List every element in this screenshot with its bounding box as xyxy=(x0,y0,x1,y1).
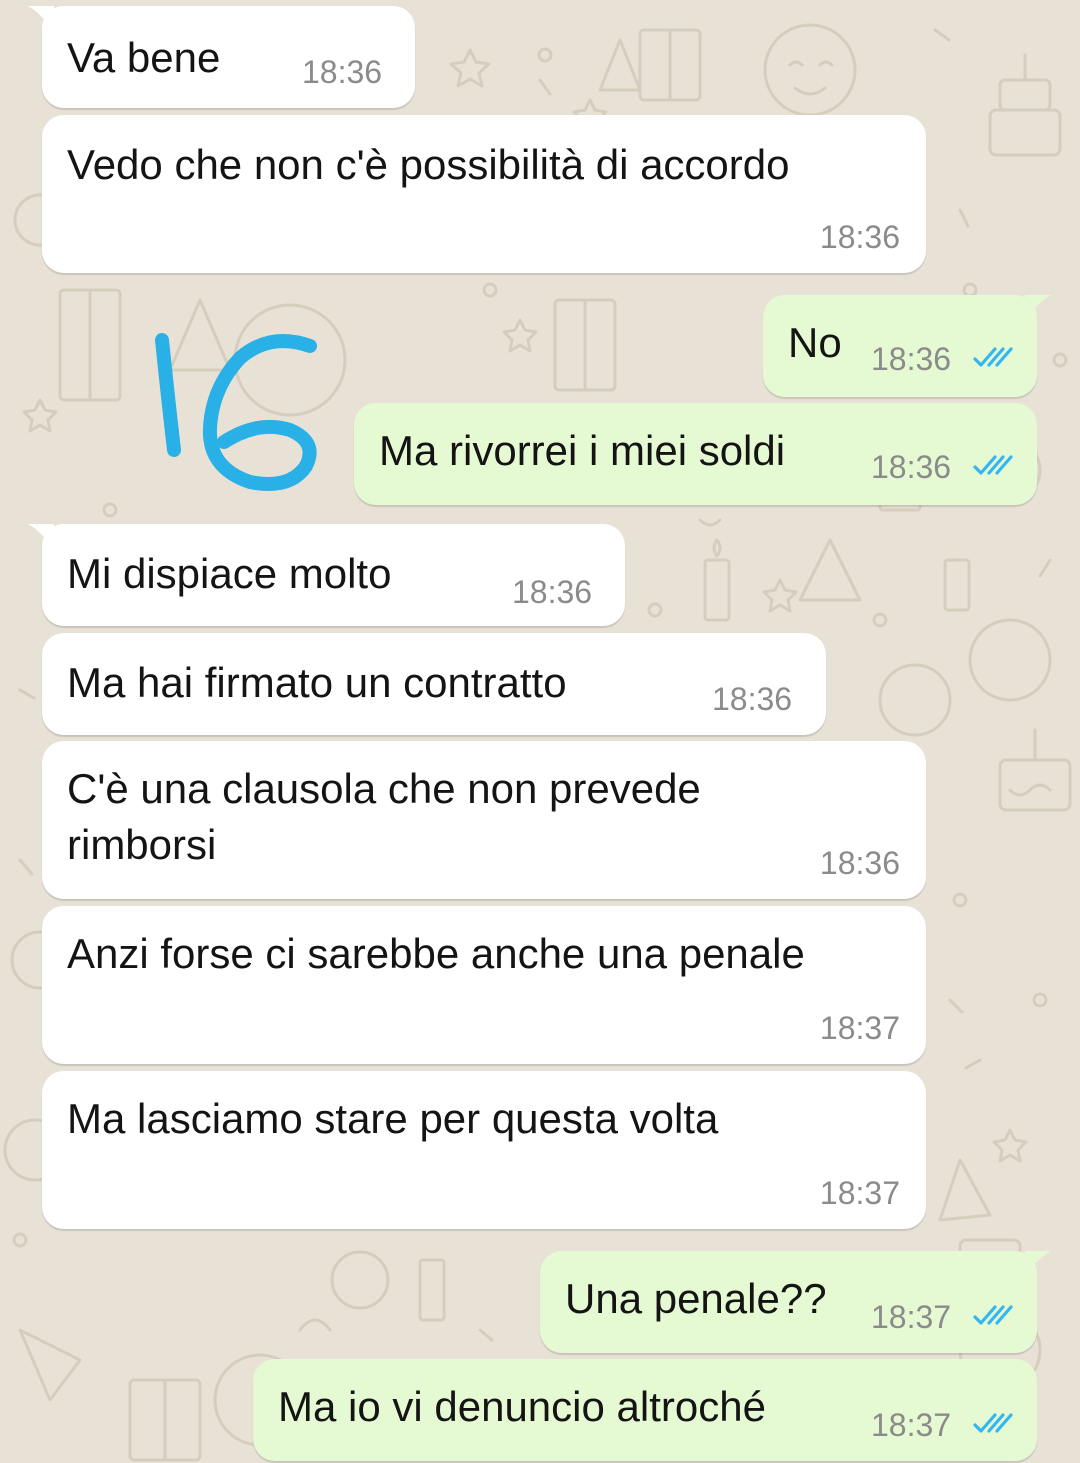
message-text: Ma hai firmato un contratto xyxy=(67,659,567,706)
bubble-tail xyxy=(28,524,54,550)
message-timestamp: 18:36 xyxy=(712,681,793,717)
incoming-message[interactable]: Anzi forse ci sarebbe anche una penale 1… xyxy=(42,906,926,1064)
double-check-icon xyxy=(973,455,1013,475)
message-text: No xyxy=(788,319,842,366)
message-text: Ma io vi denuncio altroché xyxy=(278,1383,766,1430)
outgoing-message[interactable]: Una penale?? 18:37 xyxy=(540,1251,1051,1353)
message-timestamp: 18:37 xyxy=(871,1299,952,1335)
outgoing-message[interactable]: Ma rivorrei i miei soldi 18:36 xyxy=(354,403,1037,505)
message-text: Anzi forse ci sarebbe anche una penale xyxy=(67,930,805,977)
message-timestamp: 18:36 xyxy=(302,54,383,90)
message-text: Ma lasciamo stare per questa volta xyxy=(67,1095,719,1142)
message-timestamp: 18:37 xyxy=(871,1407,952,1443)
message-timestamp: 18:36 xyxy=(871,341,952,377)
outgoing-message[interactable]: Ma io vi denuncio altroché 18:37 xyxy=(253,1359,1037,1461)
message-timestamp: 18:37 xyxy=(819,1175,900,1211)
incoming-message[interactable]: Vedo che non c'è possibilità di accordo … xyxy=(42,115,926,273)
message-text-line-2: rimborsi xyxy=(67,821,217,868)
message-text: Vedo che non c'è possibilità di accordo xyxy=(67,141,790,188)
message-timestamp: 18:36 xyxy=(512,574,593,610)
incoming-message[interactable]: Va bene 18:36 xyxy=(28,6,415,108)
bubble-tail xyxy=(1025,1251,1051,1277)
message-timestamp: 18:36 xyxy=(819,219,900,255)
incoming-message[interactable]: C'è una clausola che non prevede rimbors… xyxy=(42,741,926,899)
double-check-icon xyxy=(973,347,1013,367)
message-text: Ma rivorrei i miei soldi xyxy=(379,427,786,474)
incoming-message[interactable]: Mi dispiace molto 18:36 xyxy=(28,524,625,626)
handwritten-annotation xyxy=(155,333,317,491)
message-timestamp: 18:37 xyxy=(819,1010,900,1046)
message-text-line-1: C'è una clausola che non prevede xyxy=(67,765,701,812)
double-check-icon xyxy=(973,1305,1013,1325)
double-check-icon xyxy=(973,1413,1013,1433)
message-text: Mi dispiace molto xyxy=(67,550,392,597)
incoming-message[interactable]: Ma lasciamo stare per questa volta 18:37 xyxy=(42,1071,926,1229)
message-timestamp: 18:36 xyxy=(819,845,900,881)
message-text: Una penale?? xyxy=(565,1275,827,1322)
message-text: Va bene xyxy=(67,34,221,81)
incoming-message[interactable]: Ma hai firmato un contratto 18:36 xyxy=(42,633,826,735)
bubble-tail xyxy=(1025,295,1051,321)
message-timestamp: 18:36 xyxy=(871,449,952,485)
bubble-tail xyxy=(28,6,54,32)
outgoing-message[interactable]: No 18:36 xyxy=(763,295,1051,397)
